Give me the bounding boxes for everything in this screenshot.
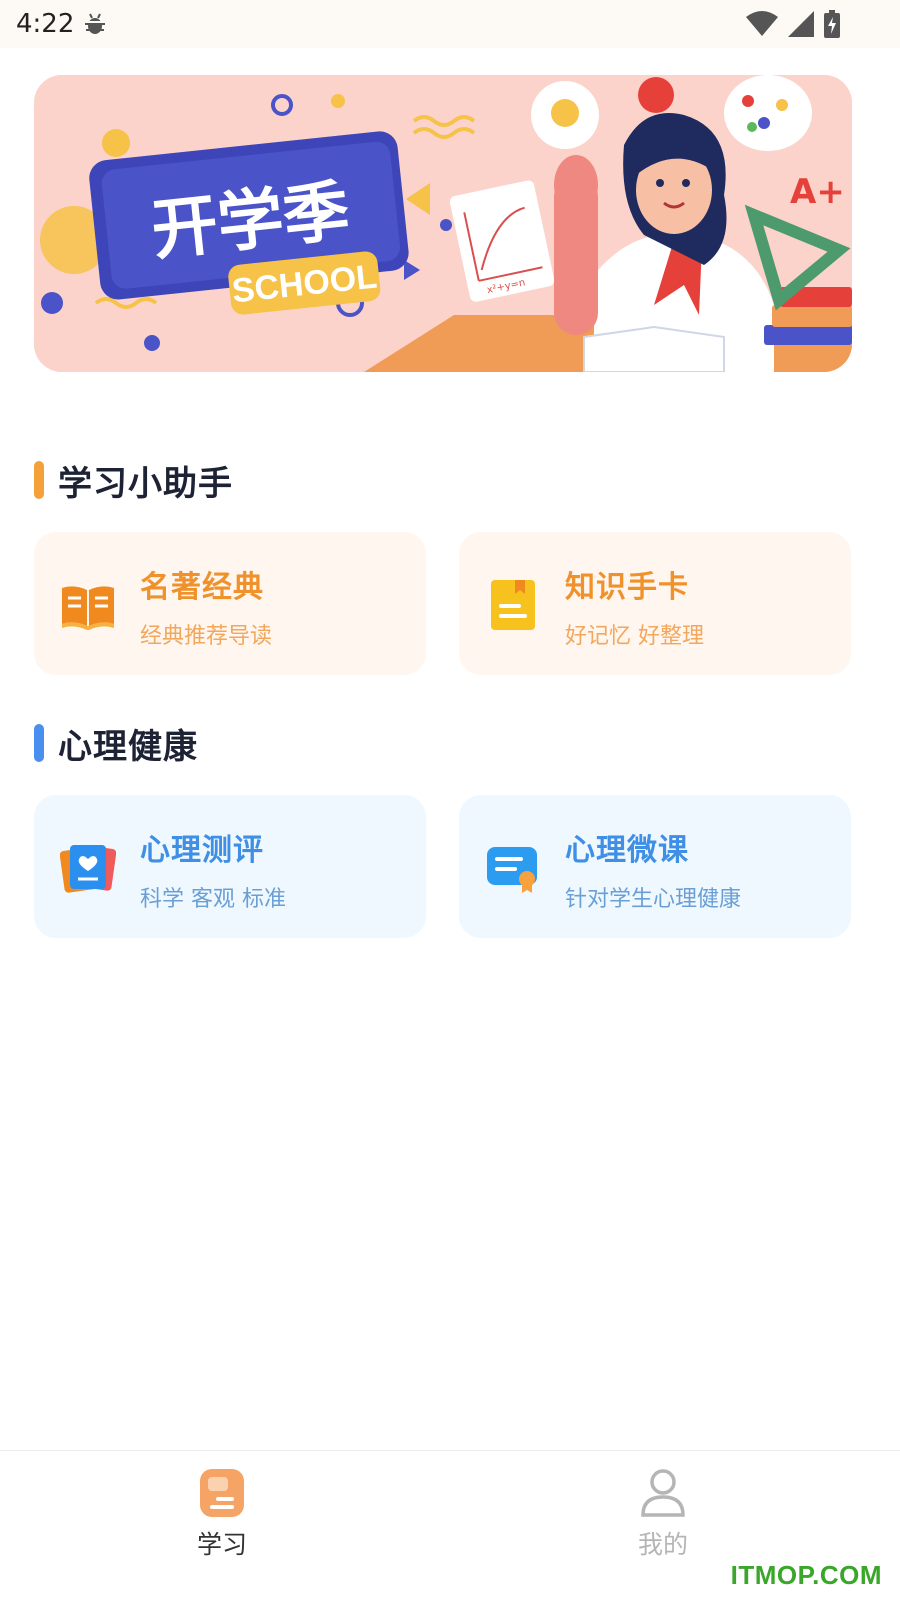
debug-bug-icon (84, 12, 106, 40)
tab-label: 我的 (637, 1530, 688, 1559)
card-subtitle: 科学 客观 标准 (140, 887, 286, 912)
bottom-tab-bar: 学习 我的 ITMOP.COM (0, 1450, 900, 1601)
wifi-icon (746, 11, 778, 41)
battery-icon (824, 10, 840, 42)
watermark: ITMOP.COM (730, 1560, 882, 1590)
status-bar: 4:22 (0, 0, 900, 48)
card-title: 心理微课 (565, 833, 689, 868)
tab-label: 学习 (196, 1530, 247, 1559)
card-title: 心理测评 (140, 833, 264, 868)
profile-icon (639, 1469, 687, 1523)
back-to-school-banner[interactable]: 开学季 SCHOOL x²+y=n A+ (34, 75, 852, 372)
micro-course-icon (485, 839, 541, 895)
card-classic-books[interactable]: 名著经典 经典推荐导读 (34, 532, 426, 675)
card-psych-micro-course[interactable]: 心理微课 针对学生心理健康 (459, 795, 851, 938)
signal-icon (788, 11, 814, 41)
open-book-icon (60, 576, 116, 632)
card-subtitle: 针对学生心理健康 (565, 887, 742, 912)
section-title: 学习小助手 (58, 463, 233, 504)
card-title: 知识手卡 (565, 570, 689, 605)
section-header-study-assistant: 学习小助手 (34, 460, 233, 504)
card-title: 名著经典 (140, 570, 264, 605)
status-time: 4:22 (16, 9, 75, 39)
card-subtitle: 经典推荐导读 (140, 624, 273, 649)
section-accent-bar (34, 461, 44, 499)
section-title: 心理健康 (58, 726, 198, 767)
section-header-mental-health: 心理健康 (34, 723, 198, 767)
card-knowledge-cards[interactable]: 知识手卡 好记忆 好整理 (459, 532, 851, 675)
card-psych-assessment[interactable]: 心理测评 科学 客观 标准 (34, 795, 426, 938)
card-subtitle: 好记忆 好整理 (565, 624, 704, 649)
study-tab-icon (198, 1469, 246, 1523)
banner-grade: A+ (790, 172, 845, 212)
assessment-cards-icon (59, 839, 117, 895)
tab-profile[interactable]: 我的 (603, 1467, 723, 1561)
section-accent-bar (34, 724, 44, 762)
note-card-icon (485, 576, 541, 632)
tab-study[interactable]: 学习 (162, 1467, 282, 1561)
